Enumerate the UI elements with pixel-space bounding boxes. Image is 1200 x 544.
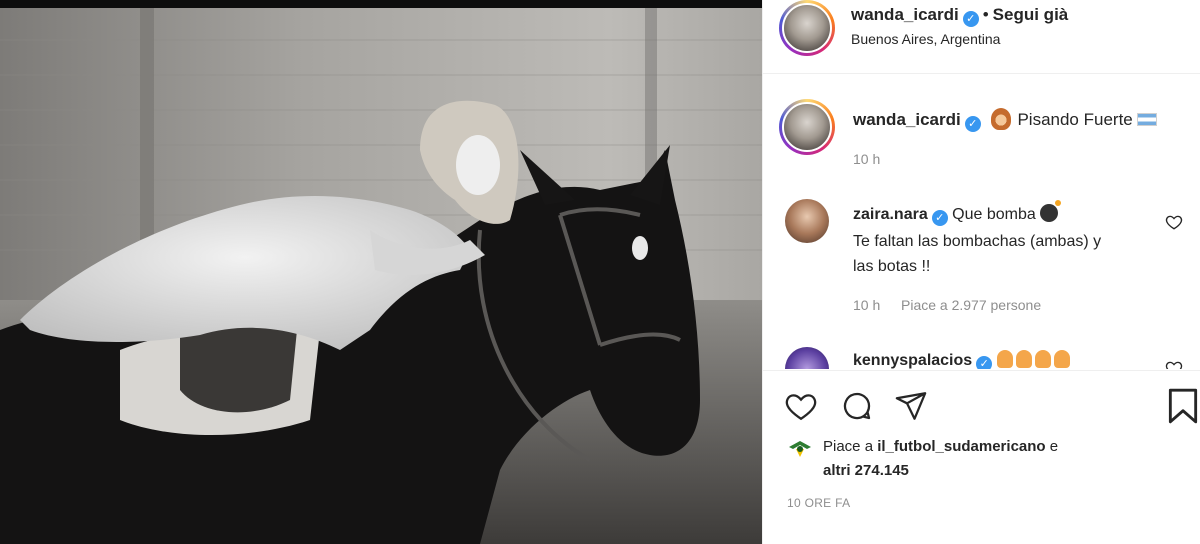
post-time-ago[interactable]: 10 ORE FA [787, 496, 850, 510]
likes-summary: Piace a il_futbol_sudamericano e [823, 435, 1058, 458]
likes-prefix: Piace a [823, 438, 878, 455]
likes-count-text: altri 274.145 [823, 462, 909, 479]
comment-like-heart-icon[interactable] [1165, 359, 1183, 369]
liker-avatar-icon[interactable] [787, 437, 813, 459]
author-username[interactable]: wanda_icardi [851, 5, 959, 24]
commenter-avatar[interactable] [785, 347, 829, 369]
photo-illustration [0, 8, 762, 544]
likes-count[interactable]: altri 274.145 [823, 459, 909, 482]
comment-like-heart-icon[interactable] [1165, 213, 1183, 231]
photo-top-bar [0, 0, 762, 8]
commenter-avatar[interactable] [785, 199, 829, 243]
commenter-username[interactable]: kennyspalacios [853, 352, 972, 369]
post-location[interactable]: Buenos Aires, Argentina [851, 31, 1000, 47]
comment-likes[interactable]: Piace a 2.977 persone [901, 297, 1041, 313]
comments-section: wanda_icardi ✓ Pisando Fuerte 10 h zaira.… [763, 75, 1200, 369]
verified-badge-icon: ✓ [976, 356, 993, 369]
caption-time[interactable]: 10 h [853, 151, 880, 167]
bookmark-icon[interactable] [1167, 387, 1199, 425]
hand-emoji-icon [1034, 350, 1051, 368]
caption-author-avatar[interactable] [779, 99, 835, 155]
hand-emoji-icon [1053, 350, 1070, 368]
hand-emoji-icon [1015, 350, 1032, 368]
commenter-username[interactable]: zaira.nara [853, 206, 928, 223]
post-side-panel: wanda_icardi ✓ • Segui già Buenos Aires, Ar… [762, 0, 1200, 544]
separator-dot: • [982, 5, 989, 24]
post-actions: Piace a il_futbol_sudamericano e altri 2… [763, 370, 1200, 544]
caption-text: Pisando Fuerte [1017, 110, 1133, 129]
follow-status-button[interactable]: Segui già [993, 5, 1069, 24]
bomb-emoji-icon [1039, 200, 1061, 222]
woman-emoji-icon [991, 108, 1012, 130]
post-photo[interactable] [0, 0, 762, 544]
verified-badge-icon: ✓ [962, 11, 979, 27]
comment-line-1: kennyspalacios ✓ [853, 348, 1073, 369]
comment-icon[interactable] [839, 389, 875, 423]
comment-line-3: las botas !! [853, 258, 931, 275]
comment-line-1: zaira.nara ✓ Que bomba [853, 200, 1061, 227]
post-header: wanda_icardi ✓ • Segui già Buenos Aires, Ar… [763, 0, 1200, 74]
argentina-flag-icon [1136, 113, 1157, 126]
hand-emoji-icon [996, 350, 1013, 368]
comment-line-2: Te faltan las bombachas (ambas) y [853, 233, 1102, 250]
comment-text: Que bomba [952, 206, 1036, 223]
verified-badge-icon: ✓ [931, 210, 948, 226]
caption-username[interactable]: wanda_icardi [853, 110, 961, 129]
author-avatar[interactable] [779, 0, 835, 56]
share-icon[interactable] [893, 389, 929, 423]
heart-icon[interactable] [783, 389, 819, 423]
verified-badge-icon: ✓ [964, 116, 981, 132]
likes-suffix: e [1045, 438, 1059, 455]
comment-time[interactable]: 10 h [853, 297, 880, 313]
likes-username[interactable]: il_futbol_sudamericano [877, 438, 1045, 455]
